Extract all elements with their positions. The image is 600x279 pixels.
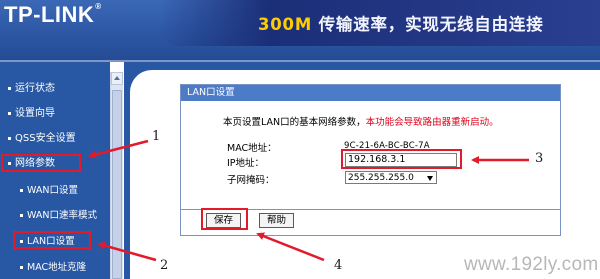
step-number-4: 4: [334, 258, 343, 273]
arrow-4: [256, 232, 325, 262]
step-number-2: 2: [160, 258, 169, 273]
annotation-arrows: [88, 139, 529, 262]
step-number-1: 1: [152, 129, 161, 144]
step-number-3: 3: [535, 151, 544, 166]
arrow-2: [97, 241, 157, 262]
site-watermark: www.192ly.com: [464, 254, 599, 275]
arrow-1: [88, 139, 149, 159]
